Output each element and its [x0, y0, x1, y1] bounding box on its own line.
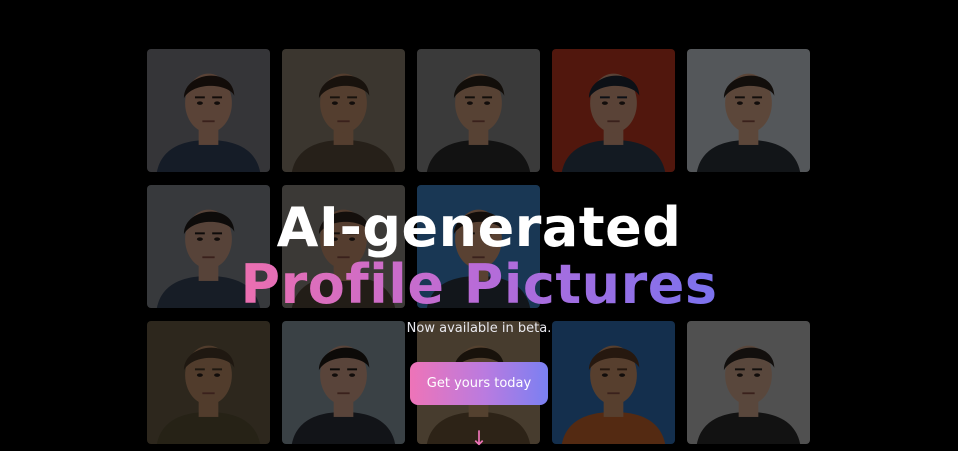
- get-yours-today-button[interactable]: Get yours today: [410, 362, 548, 405]
- profile-picture-tile: [282, 321, 405, 444]
- profile-picture-tile: [282, 49, 405, 172]
- profile-picture-tile: [282, 185, 405, 308]
- portrait-image: [147, 49, 270, 172]
- portrait-image: [147, 321, 270, 444]
- portrait-image: [417, 185, 540, 308]
- portrait-image: [282, 321, 405, 444]
- profile-picture-tile: [552, 49, 675, 172]
- portrait-image: [552, 49, 675, 172]
- profile-picture-tile: [147, 49, 270, 172]
- portrait-image: [552, 321, 675, 444]
- scroll-down-arrow-icon[interactable]: ↓: [470, 427, 488, 449]
- profile-picture-tile: [552, 321, 675, 444]
- portrait-image: [282, 49, 405, 172]
- profile-picture-tile: [417, 49, 540, 172]
- portrait-image: [687, 49, 810, 172]
- portrait-image: [147, 185, 270, 308]
- landing-hero: AI-generated Profile Pictures Now availa…: [0, 0, 958, 451]
- profile-picture-tile: [687, 321, 810, 444]
- profile-picture-tile: [147, 321, 270, 444]
- portrait-image: [282, 185, 405, 308]
- portrait-image: [417, 49, 540, 172]
- portrait-image: [687, 321, 810, 444]
- profile-picture-tile: [147, 185, 270, 308]
- profile-picture-tile: [417, 185, 540, 308]
- profile-picture-tile: [687, 49, 810, 172]
